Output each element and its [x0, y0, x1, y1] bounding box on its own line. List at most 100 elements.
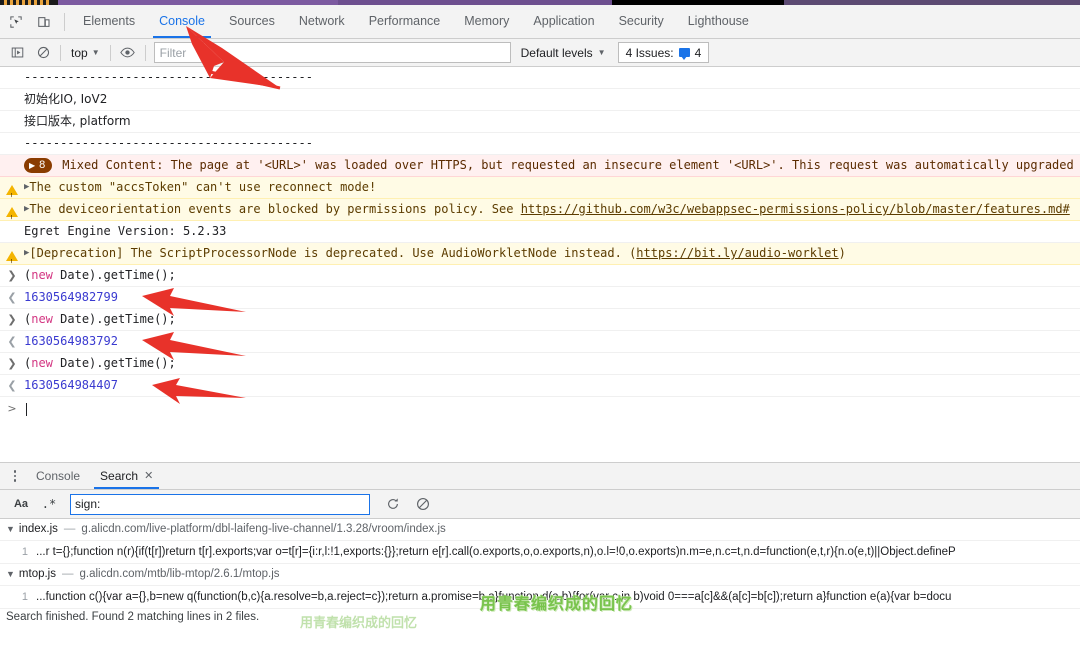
kebab-dot	[13, 474, 17, 478]
result-line-number: 1	[21, 591, 28, 603]
filter-input[interactable]	[153, 42, 511, 63]
input-arrow-icon: ❯	[7, 313, 17, 326]
search-input[interactable]	[70, 493, 370, 515]
search-result-file[interactable]: ▼ index.js — g.alicdn.com/live-platform/…	[0, 519, 1080, 541]
issues-button[interactable]: 4 Issues: 4	[617, 42, 710, 63]
console-input-echo: ❯ (new Date).getTime();	[0, 309, 1080, 331]
use-regex-toggle[interactable]: .*	[36, 494, 62, 514]
console-input-echo: ❯ (new Date).getTime();	[0, 265, 1080, 287]
warning-icon	[6, 251, 18, 264]
expand-triangle-icon: ▶	[29, 161, 36, 170]
toolbar-divider-3	[109, 44, 111, 61]
input-post: Date).getTime();	[52, 356, 176, 370]
message-text: (new Date).getTime();	[24, 266, 1080, 285]
message-text: Egret Engine Version: 5.2.33	[24, 224, 227, 238]
console-toolbar: top ▼ Default levels ▼ 4 Issues: 4	[0, 39, 1080, 67]
tab-security[interactable]: Security	[607, 5, 676, 38]
drawer-tab-bar: Console Search ✕	[0, 462, 1080, 490]
message-gutter	[0, 244, 24, 264]
clear-icon-svg-2	[417, 498, 429, 510]
message-suffix: )	[838, 246, 846, 260]
collapse-triangle-icon[interactable]: ▼	[6, 564, 15, 585]
tab-lighthouse[interactable]: Lighthouse	[676, 5, 761, 38]
input-post: Date).getTime();	[52, 312, 176, 326]
device-toolbar-icon[interactable]	[30, 9, 58, 35]
tab-sources[interactable]: Sources	[217, 5, 287, 38]
input-keyword: new	[31, 268, 53, 282]
kebab-dot	[13, 470, 17, 473]
console-message-list[interactable]: ----------------------------------------…	[0, 67, 1080, 462]
message-text: ----------------------------------------	[24, 136, 313, 150]
tab-elements[interactable]: Elements	[71, 5, 147, 38]
prompt-arrow-icon: >	[7, 402, 17, 415]
input-post: Date).getTime();	[52, 268, 176, 282]
issues-count: 4	[694, 45, 702, 60]
search-results[interactable]: ▼ index.js — g.alicdn.com/live-platform/…	[0, 519, 1080, 625]
console-message-warning[interactable]: ▶ The deviceorientation events are block…	[0, 199, 1080, 221]
inspect-element-icon[interactable]	[2, 9, 30, 35]
console-output: ❮ 1630564982799	[0, 287, 1080, 309]
execution-context-label: top	[71, 45, 88, 60]
message-text: ----------------------------------------	[24, 70, 313, 84]
tab-network[interactable]: Network	[287, 5, 357, 38]
close-icon[interactable]: ✕	[144, 463, 153, 489]
drawer-tab-label: Search	[100, 469, 139, 483]
more-options-icon[interactable]	[4, 465, 26, 487]
console-message-group-error[interactable]: ▶ 8 Mixed Content: The page at '<URL>' w…	[0, 155, 1080, 177]
message-text: (new Date).getTime();	[24, 310, 1080, 329]
result-line-code: ...function c(){var a={},b=new q(functio…	[36, 591, 952, 603]
device-icon-svg	[38, 16, 50, 27]
tab-console[interactable]: Console	[147, 5, 217, 38]
result-line-code: ...r t={};function n(r){if(t[r])return t…	[36, 546, 956, 558]
execute-script-icon[interactable]	[4, 42, 30, 64]
issue-bubble-icon	[678, 48, 690, 60]
console-message-warning[interactable]: ▶ The custom "accsToken" can't use recon…	[0, 177, 1080, 199]
message-gutter	[0, 200, 24, 220]
input-keyword: new	[31, 312, 53, 326]
message-link[interactable]: https://bit.ly/audio-worklet	[636, 246, 838, 260]
warning-icon	[6, 207, 18, 220]
log-levels-selector[interactable]: Default levels ▼	[521, 46, 606, 60]
clear-console-icon[interactable]	[30, 42, 56, 64]
drawer-tab-search[interactable]: Search ✕	[90, 463, 163, 489]
search-result-line[interactable]: 1 ...r t={};function n(r){if(t[r])return…	[0, 541, 1080, 564]
devtools-tab-bar: Elements Console Sources Network Perform…	[0, 5, 1080, 39]
console-prompt[interactable]: >	[0, 397, 1080, 420]
tab-application[interactable]: Application	[521, 5, 606, 38]
message-text: 1630564982799	[24, 290, 118, 304]
match-case-toggle[interactable]: Aa	[8, 494, 34, 514]
console-message: 初始化IO, IoV2	[0, 89, 1080, 111]
error-group-count: 8	[39, 159, 46, 171]
search-result-file[interactable]: ▼ mtop.js — g.alicdn.com/mtb/lib-mtop/2.…	[0, 564, 1080, 586]
refresh-icon[interactable]	[380, 493, 406, 515]
output-arrow-icon: ❮	[7, 335, 17, 348]
toolbar-divider-2	[60, 44, 61, 61]
input-keyword: new	[31, 356, 53, 370]
message-text: 1630564983792	[24, 334, 118, 348]
search-status: Search finished. Found 2 matching lines …	[0, 609, 1080, 625]
collapse-triangle-icon[interactable]: ▼	[6, 519, 15, 540]
message-text: 初始化IO, IoV2	[24, 92, 108, 106]
error-group-badge[interactable]: ▶ 8	[24, 158, 53, 173]
live-expression-icon[interactable]	[115, 42, 141, 64]
output-arrow-icon: ❮	[7, 291, 17, 304]
message-text: 接口版本, platform	[24, 114, 131, 128]
clear-search-icon[interactable]	[410, 493, 436, 515]
result-file-url: g.alicdn.com/live-platform/dbl-laifeng-l…	[81, 523, 446, 535]
console-message-warning[interactable]: ▶ [Deprecation] The ScriptProcessorNode …	[0, 243, 1080, 265]
drawer-tab-console[interactable]: Console	[26, 463, 90, 489]
eye-icon-svg	[120, 47, 135, 58]
tab-performance[interactable]: Performance	[357, 5, 453, 38]
message-link[interactable]: https://github.com/w3c/webappsec-permiss…	[521, 202, 1070, 216]
result-separator: —	[62, 568, 74, 580]
result-file-name: index.js	[18, 523, 58, 535]
result-separator: —	[63, 523, 76, 535]
input-arrow-icon: ❯	[7, 269, 17, 282]
output-arrow-icon: ❮	[7, 379, 17, 392]
console-message: ----------------------------------------	[0, 133, 1080, 155]
message-text: The custom "accsToken" can't use reconne…	[29, 180, 377, 194]
tab-memory[interactable]: Memory	[452, 5, 521, 38]
search-result-line[interactable]: 1 ...function c(){var a={},b=new q(funct…	[0, 586, 1080, 609]
result-file-name: mtop.js	[18, 568, 56, 580]
execution-context-selector[interactable]: top ▼	[65, 43, 106, 63]
